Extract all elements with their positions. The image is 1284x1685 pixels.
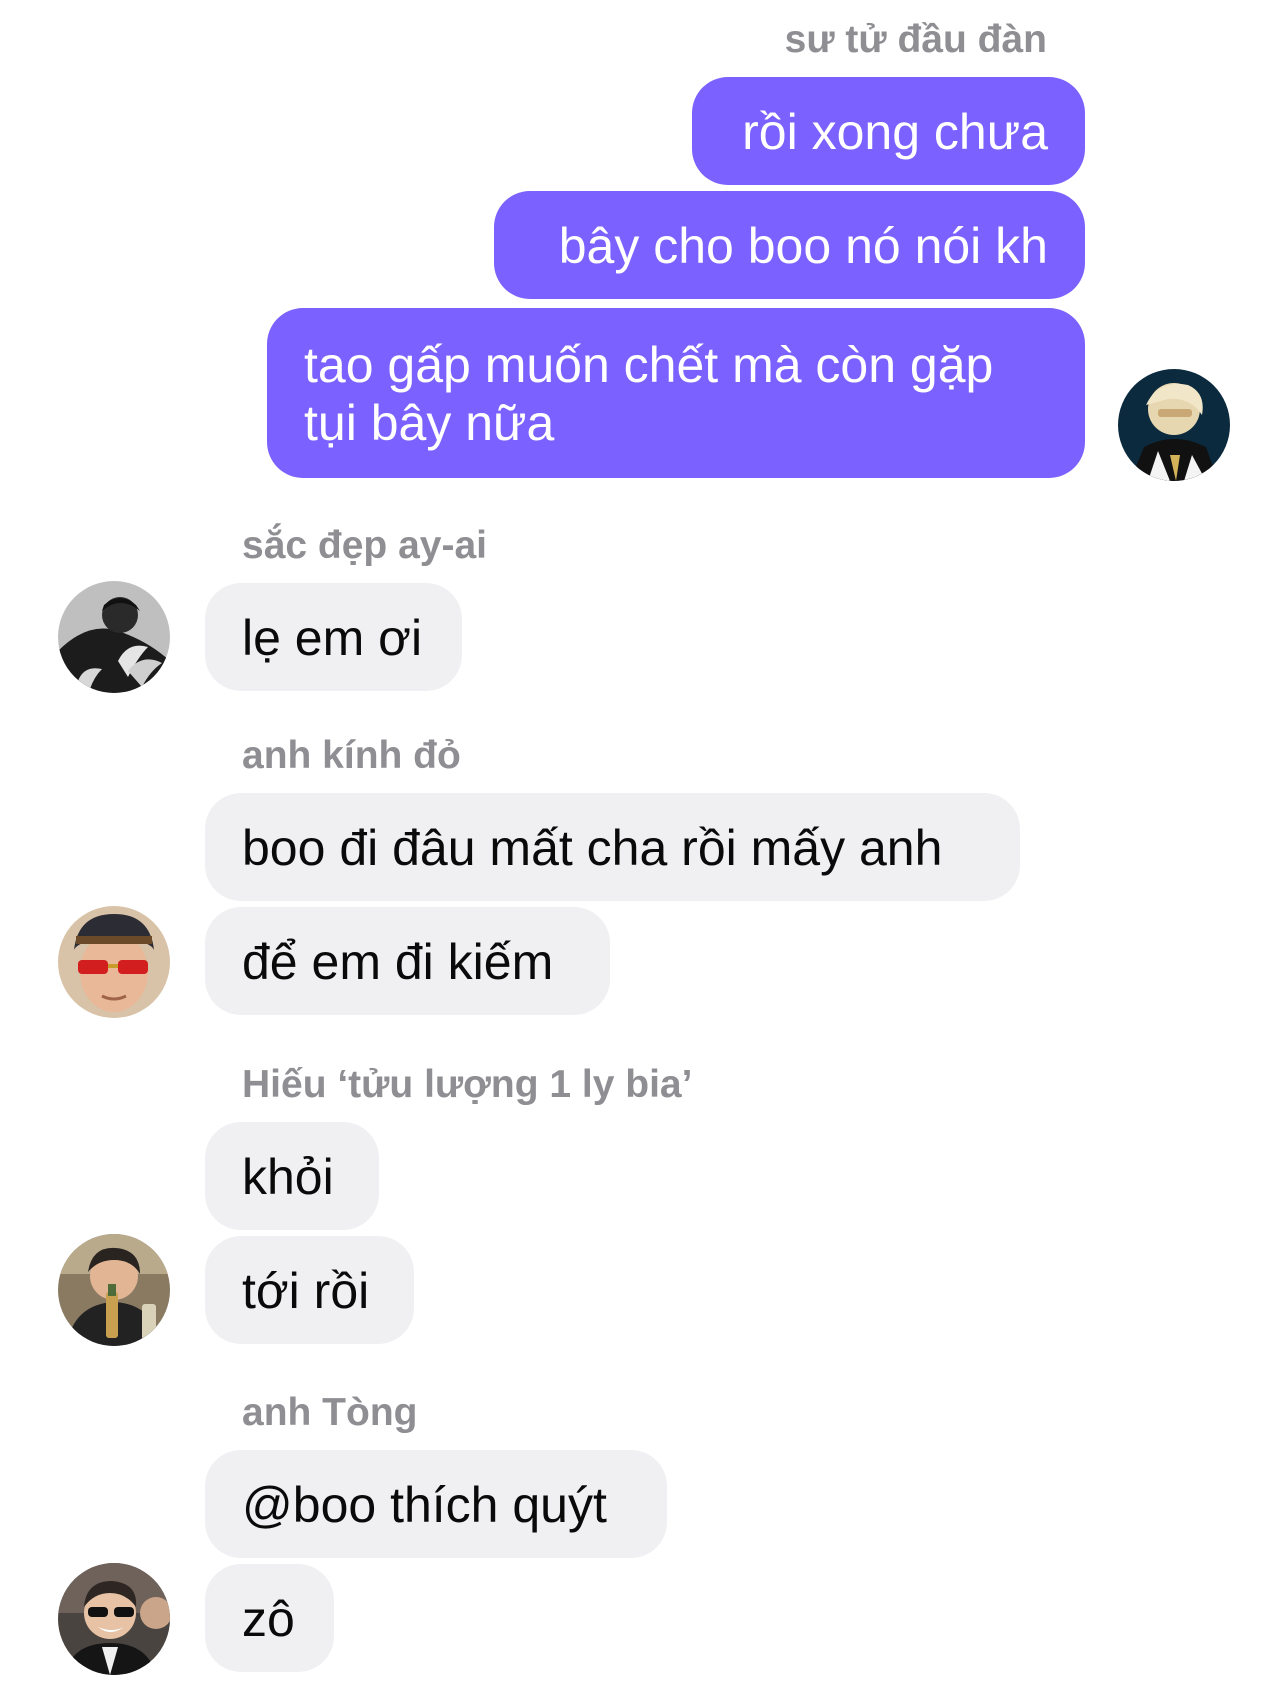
- avatar-sunglasses-photo: [58, 1563, 170, 1675]
- avatar-anh-kinh-do[interactable]: [58, 906, 170, 1018]
- message-bubble-outgoing-3[interactable]: tao gấp muốn chết mà còn gặp tụi bây nữa: [267, 308, 1085, 478]
- sender-name: anh Tòng: [242, 1391, 418, 1434]
- avatar-bw-photo: [58, 581, 170, 693]
- sender-name: anh kính đỏ: [242, 734, 461, 777]
- sender-name: Hiếu ‘tửu lượng 1 ly bia’: [242, 1063, 693, 1106]
- message-bubble-incoming[interactable]: boo đi đâu mất cha rồi mấy anh: [205, 793, 1020, 901]
- message-bubble-incoming[interactable]: @boo thích quýt: [205, 1450, 667, 1558]
- avatar-red-glasses-photo: [58, 906, 170, 1018]
- message-bubble-incoming[interactable]: lẹ em ơi: [205, 583, 462, 691]
- avatar-anh-tong[interactable]: [58, 1563, 170, 1675]
- message-bubble-outgoing-1[interactable]: rồi xong chưa: [692, 77, 1085, 185]
- message-bubble-incoming[interactable]: zô: [205, 1564, 334, 1672]
- sender-name: sắc đẹp ay-ai: [242, 524, 487, 567]
- sender-name-outgoing: sư tử đầu đàn: [784, 18, 1047, 61]
- message-bubble-incoming[interactable]: để em đi kiếm: [205, 907, 610, 1015]
- avatar-hieu[interactable]: [58, 1234, 170, 1346]
- message-bubble-outgoing-2[interactable]: bây cho boo nó nói kh: [494, 191, 1085, 299]
- avatar-outgoing-user[interactable]: [1118, 369, 1230, 481]
- message-bubble-incoming[interactable]: khỏi: [205, 1122, 379, 1230]
- avatar-sac-dep-ay-ai[interactable]: [58, 581, 170, 693]
- avatar-outgoing-image: [1118, 369, 1230, 481]
- message-bubble-incoming[interactable]: tới rồi: [205, 1236, 414, 1344]
- avatar-drinking-photo: [58, 1234, 170, 1346]
